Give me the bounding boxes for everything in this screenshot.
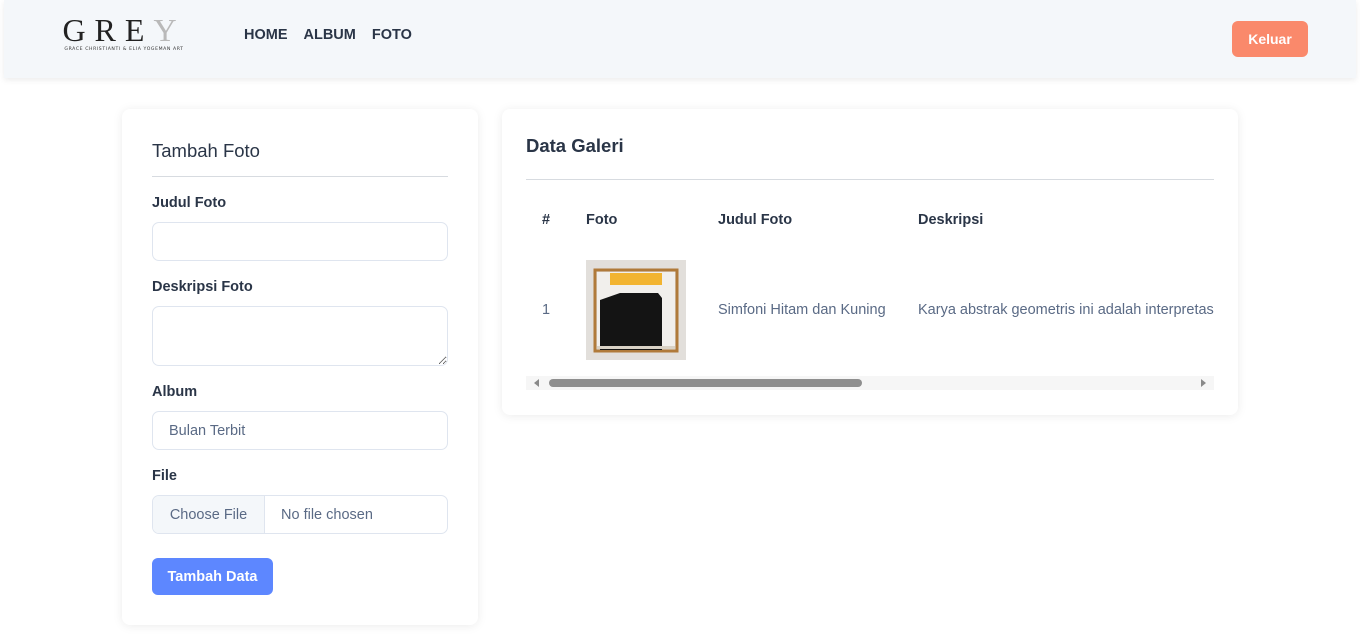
tambah-data-button[interactable]: Tambah Data xyxy=(152,558,273,595)
row-number: 1 xyxy=(542,302,551,318)
album-selected-value: Bulan Terbit xyxy=(169,422,246,439)
add-photo-title: Tambah Foto xyxy=(152,140,260,161)
album-select[interactable]: Bulan Terbit xyxy=(152,411,448,450)
nav-home-link[interactable]: HOME xyxy=(240,27,292,43)
judul-foto-input[interactable] xyxy=(152,222,448,261)
main-nav: HOME ALBUM FOTO xyxy=(240,27,424,43)
file-label: File xyxy=(152,468,177,484)
deskripsi-foto-label: Deskripsi Foto xyxy=(152,279,253,295)
brand-logo[interactable]: GREY GRACE CHRISTIANTI & ELIA YOGEMAN AR… xyxy=(54,14,194,58)
column-header-deskripsi: Deskripsi xyxy=(918,212,984,228)
row-deskripsi: Karya abstrak geometris ini adalah inter… xyxy=(918,302,1214,318)
logo-wordmark: GREY xyxy=(62,12,186,48)
file-status-text: No file chosen xyxy=(281,506,373,523)
logout-button[interactable]: Keluar xyxy=(1232,21,1308,57)
logo-tagline: GRACE CHRISTIANTI & ELIA YOGEMAN ART xyxy=(64,47,184,52)
nav-foto-link[interactable]: FOTO xyxy=(368,27,416,43)
top-navbar: GREY GRACE CHRISTIANTI & ELIA YOGEMAN AR… xyxy=(4,0,1356,78)
scroll-right-arrow-icon[interactable] xyxy=(1198,378,1208,388)
judul-foto-label: Judul Foto xyxy=(152,195,227,211)
gallery-table: # Foto Judul Foto Deskripsi 1 Simfoni Hi… xyxy=(526,180,1214,394)
gallery-title: Data Galeri xyxy=(526,135,624,156)
column-header-judul: Judul Foto xyxy=(718,212,793,228)
deskripsi-foto-textarea[interactable] xyxy=(152,306,448,366)
row-judul-foto: Simfoni Hitam dan Kuning xyxy=(718,302,886,318)
file-input[interactable]: Choose File No file chosen xyxy=(152,495,448,534)
column-header-number: # xyxy=(542,212,551,228)
column-header-foto: Foto xyxy=(586,212,618,228)
album-label: Album xyxy=(152,384,198,400)
choose-file-button[interactable]: Choose File xyxy=(153,496,265,533)
divider xyxy=(152,176,448,177)
scroll-left-arrow-icon[interactable] xyxy=(532,378,542,388)
add-photo-card: Tambah Foto Judul Foto Deskripsi Foto Al… xyxy=(122,109,478,625)
nav-album-link[interactable]: ALBUM xyxy=(300,27,360,43)
horizontal-scrollbar[interactable] xyxy=(526,376,1214,390)
photo-thumbnail xyxy=(586,260,686,360)
gallery-data-card: Data Galeri # Foto Judul Foto Deskripsi … xyxy=(502,109,1238,415)
scrollbar-thumb[interactable] xyxy=(549,379,862,387)
